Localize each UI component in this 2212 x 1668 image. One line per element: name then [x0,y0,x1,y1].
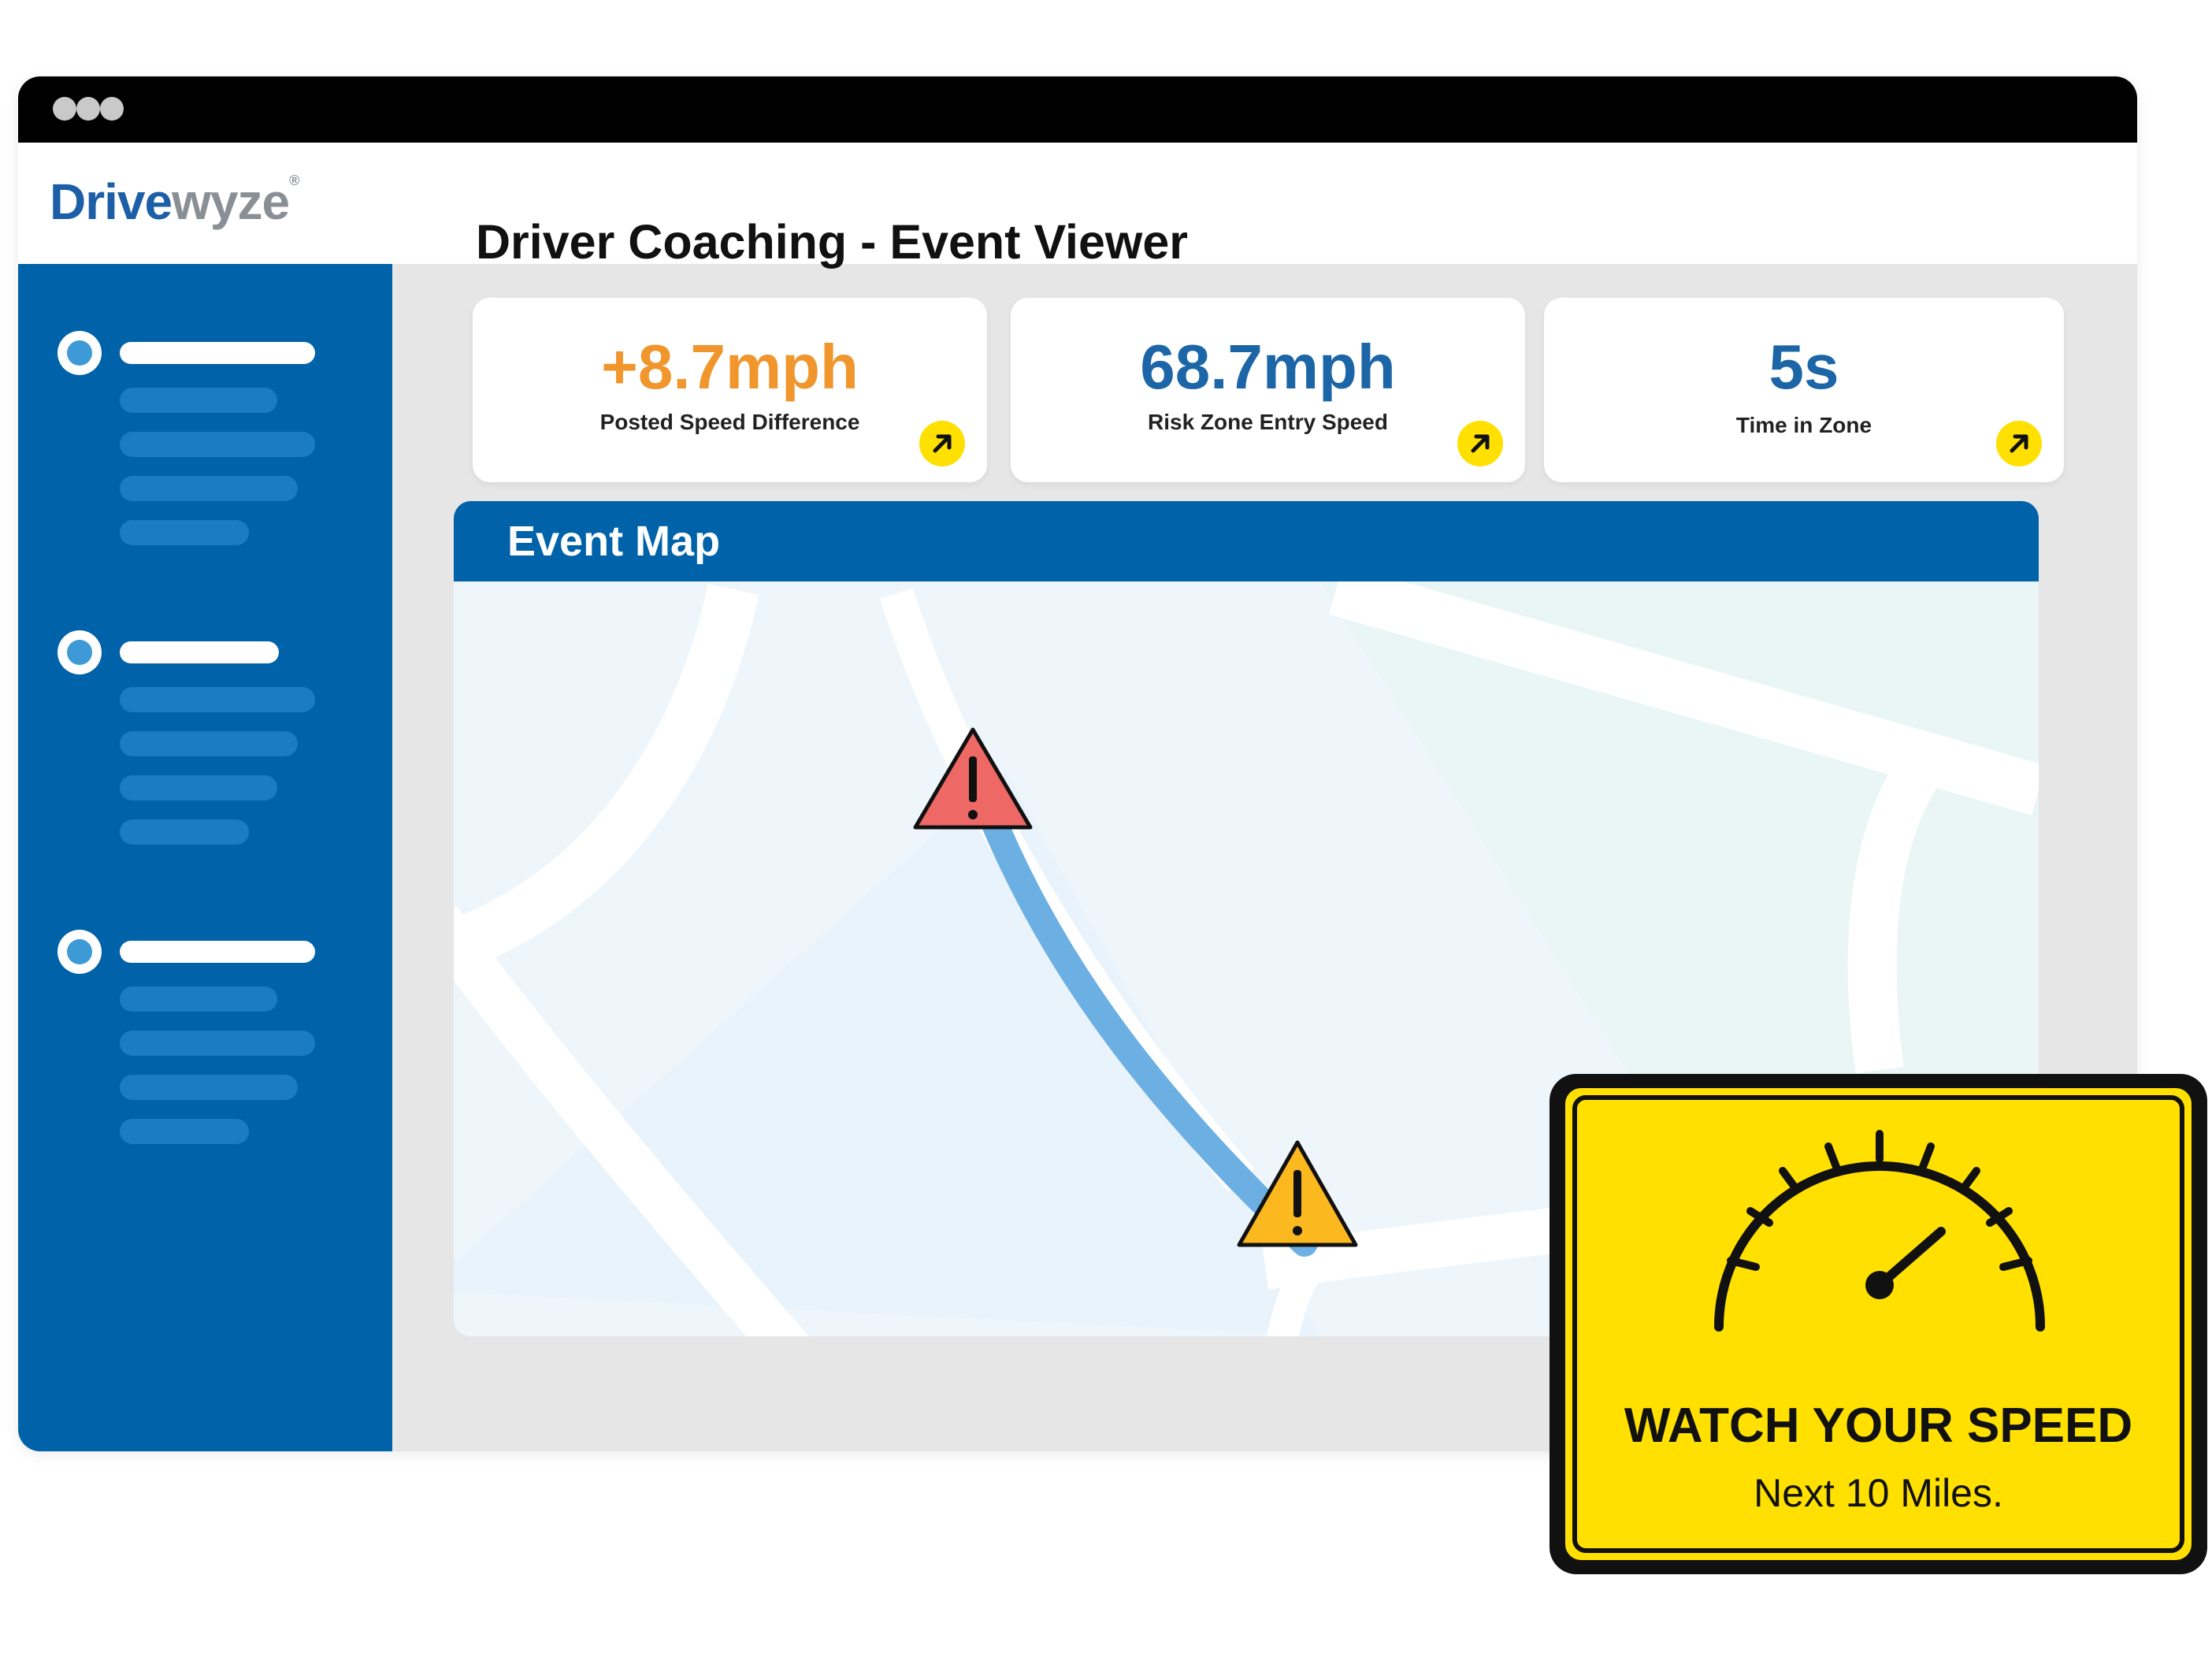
nav-subitem-placeholder[interactable] [120,1075,298,1100]
arrow-up-right-icon [2010,434,2028,453]
open-detail-button[interactable] [1996,421,2042,466]
nav-subitem-placeholder[interactable] [120,986,277,1012]
arrow-up-right-icon [933,434,952,453]
nav-subitem-placeholder[interactable] [120,1031,315,1056]
nav-item-placeholder[interactable] [120,342,315,364]
nav-bullet-icon [58,930,102,974]
nav-subitem-placeholder[interactable] [120,476,298,501]
nav-subitem-placeholder[interactable] [120,520,249,545]
nav-subitem-placeholder[interactable] [120,819,249,845]
window-control-dot[interactable] [100,97,124,121]
nav-bullet-icon [58,331,102,375]
metric-card-time-in-zone[interactable]: 5s Time in Zone [1544,298,2064,482]
nav-item-placeholder[interactable] [120,641,279,663]
metric-label: Risk Zone Entry Speed [1148,410,1388,434]
watch-speed-sign[interactable]: WATCH YOUR SPEED Next 10 Miles. [1546,1071,2210,1577]
nav-subitem-placeholder[interactable] [120,775,277,801]
metric-card-speed-difference[interactable]: +8.7mph Posted Speed Difference [473,298,987,482]
sign-subline: Next 10 Miles. [1754,1471,2003,1515]
metric-value: 5s [1768,332,1839,402]
page-title: Driver Coaching - Event Viewer [476,215,1189,269]
window-titlebar [18,76,2137,143]
metric-value: +8.7mph [601,332,859,402]
nav-bullet-icon [58,630,102,674]
nav-subitem-placeholder[interactable] [120,388,277,413]
event-map-title: Event Map [507,518,721,565]
nav-subitem-placeholder[interactable] [120,687,315,712]
sidebar [18,264,392,1451]
nav-subitem-placeholder[interactable] [120,731,298,756]
nav-item-placeholder[interactable] [120,941,315,963]
arrow-up-right-icon [1471,434,1490,453]
event-map-header: Event Map [454,501,2039,581]
metric-label: Posted Speed Difference [599,410,860,434]
metric-label: Time in Zone [1735,413,1872,437]
drivewyze-logo[interactable]: Drivewyze® [50,173,299,231]
metric-value: 68.7mph [1140,332,1396,402]
open-detail-button[interactable] [1457,421,1503,466]
nav-subitem-placeholder[interactable] [120,432,315,457]
metric-card-entry-speed[interactable]: 68.7mph Risk Zone Entry Speed [1011,298,1525,482]
nav-subitem-placeholder[interactable] [120,1119,249,1144]
window-control-dot[interactable] [76,97,100,121]
open-detail-button[interactable] [919,421,965,466]
sign-headline: WATCH YOUR SPEED [1624,1399,2133,1453]
window-control-dot[interactable] [53,97,76,121]
